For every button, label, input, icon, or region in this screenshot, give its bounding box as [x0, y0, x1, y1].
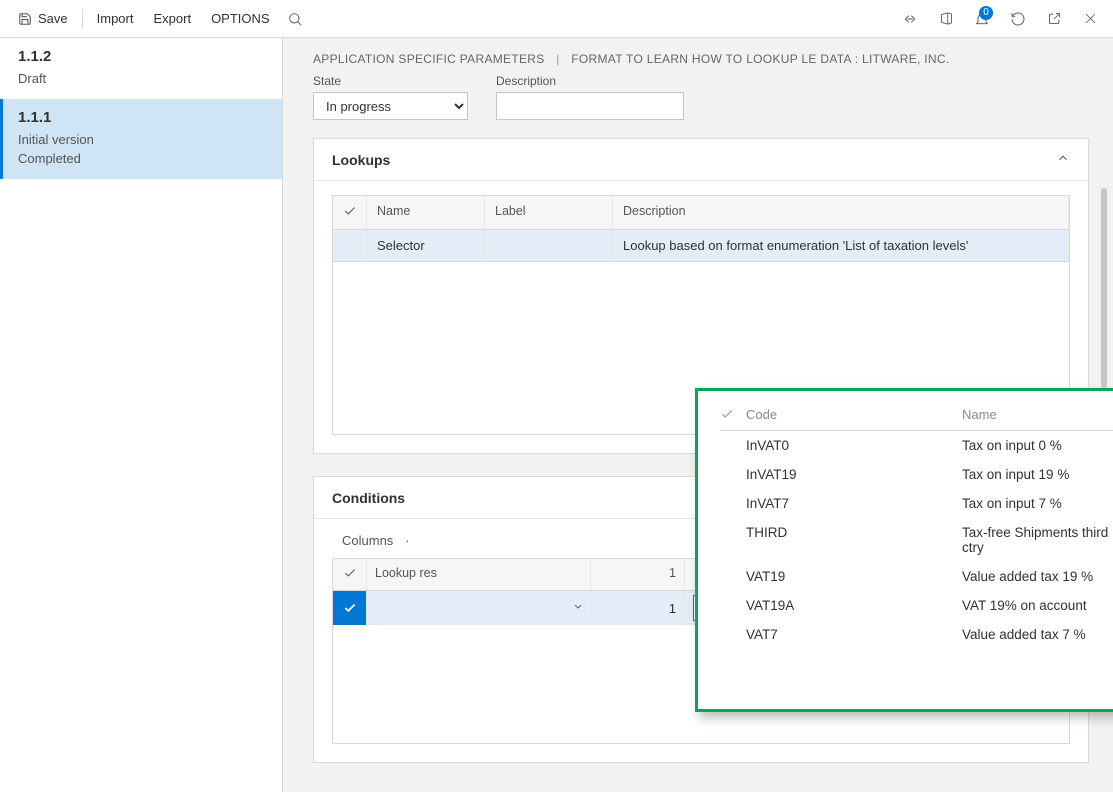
lookup-desc: Lookup based on format enumeration 'List…: [613, 230, 1069, 261]
breadcrumb: APPLICATION SPECIFIC PARAMETERS | FORMAT…: [313, 52, 1089, 66]
state-label: State: [313, 74, 468, 88]
close-icon: [1083, 11, 1098, 26]
dropdown-item[interactable]: VAT7Value added tax 7 %: [720, 620, 1113, 649]
dropdown-item-name: Tax on input 7 %: [962, 496, 1113, 511]
link-icon[interactable]: [895, 4, 925, 34]
dropdown-item-name: Tax-free Shipments third ctry: [962, 525, 1113, 555]
dropdown-item-code: InVAT7: [746, 496, 962, 511]
lookup-name: Selector: [367, 230, 485, 261]
dropdown-item-name: Tax on input 19 %: [962, 467, 1113, 482]
row-selected-indicator: [333, 591, 367, 625]
col-lookup-result[interactable]: Lookup res: [367, 559, 591, 590]
main-pane: APPLICATION SPECIFIC PARAMETERS | FORMAT…: [283, 38, 1113, 792]
dropdown-item-code: VAT19A: [746, 598, 962, 613]
dropdown-item-code: InVAT19: [746, 467, 962, 482]
dropdown-item[interactable]: VAT19AVAT 19% on account: [720, 591, 1113, 620]
col-check[interactable]: [333, 196, 367, 229]
col-line[interactable]: 1: [591, 559, 685, 590]
code-dropdown-popup: Code Name InVAT0Tax on input 0 %InVAT19T…: [695, 388, 1113, 712]
refresh-icon: [1010, 11, 1026, 27]
dropdown-item-code: VAT19: [746, 569, 962, 584]
col-name[interactable]: Name: [962, 407, 1113, 424]
dropdown-item[interactable]: InVAT0Tax on input 0 %: [720, 431, 1113, 460]
app-toolbar: Save Import Export OPTIONS 0: [0, 0, 1113, 38]
lookup-result-cell[interactable]: [367, 601, 591, 615]
check-icon: [343, 566, 357, 580]
dropdown-item-name: VAT 19% on account: [962, 598, 1113, 613]
conditions-title: Conditions: [332, 490, 405, 506]
check-icon: [720, 407, 734, 421]
version-item[interactable]: 1.1.2 Draft: [0, 38, 282, 99]
chevron-up-icon: [1056, 151, 1070, 165]
separator: [82, 9, 83, 29]
line-cell: 1: [591, 594, 685, 623]
refresh-button[interactable]: [1003, 4, 1033, 34]
dropdown-item[interactable]: THIRDTax-free Shipments third ctry: [720, 518, 1113, 562]
popout-icon: [1047, 11, 1062, 26]
search-icon: [287, 11, 303, 27]
version-title: 1.1.2: [18, 48, 264, 65]
lookup-label: [485, 230, 613, 261]
close-button[interactable]: [1075, 4, 1105, 34]
version-status: Completed: [18, 149, 264, 169]
check-icon: [343, 204, 357, 218]
dropdown-item-name: Value added tax 19 %: [962, 569, 1113, 584]
col-desc[interactable]: Description: [613, 196, 1069, 229]
options-button[interactable]: OPTIONS: [201, 0, 280, 38]
version-desc: Initial version: [18, 130, 264, 150]
dropdown-item[interactable]: InVAT7Tax on input 7 %: [720, 489, 1113, 518]
chevron-down-icon: [572, 601, 584, 616]
export-button[interactable]: Export: [143, 0, 201, 38]
notifications-button[interactable]: 0: [967, 4, 997, 34]
scrollbar[interactable]: [1101, 188, 1107, 388]
save-button[interactable]: Save: [8, 0, 78, 38]
col-name[interactable]: Name: [367, 196, 485, 229]
save-label: Save: [38, 11, 68, 26]
save-icon: [18, 12, 32, 26]
col-check: [720, 407, 746, 424]
version-title: 1.1.1: [18, 109, 264, 126]
dropdown-item-code: VAT7: [746, 627, 962, 642]
toolbar-sep: ·: [405, 533, 409, 548]
lookup-row[interactable]: Selector Lookup based on format enumerat…: [333, 230, 1069, 262]
version-status: Draft: [18, 69, 264, 89]
col-label[interactable]: Label: [485, 196, 613, 229]
version-item-selected[interactable]: 1.1.1 Initial version Completed: [0, 99, 282, 179]
collapse-button[interactable]: [1056, 151, 1070, 168]
dropdown-item-code: THIRD: [746, 525, 962, 555]
dropdown-item[interactable]: InVAT19Tax on input 19 %: [720, 460, 1113, 489]
notif-badge: 0: [979, 6, 993, 20]
search-button[interactable]: [280, 4, 310, 34]
office-icon[interactable]: [931, 4, 961, 34]
col-code[interactable]: Code: [746, 407, 962, 424]
popout-button[interactable]: [1039, 4, 1069, 34]
import-button[interactable]: Import: [87, 0, 144, 38]
dropdown-item-code: InVAT0: [746, 438, 962, 453]
dropdown-item[interactable]: VAT19Value added tax 19 %: [720, 562, 1113, 591]
description-label: Description: [496, 74, 684, 88]
state-select[interactable]: In progress: [313, 92, 468, 120]
dropdown-item-name: Tax on input 0 %: [962, 438, 1113, 453]
version-sidebar: 1.1.2 Draft 1.1.1 Initial version Comple…: [0, 38, 283, 792]
description-input[interactable]: [496, 92, 684, 120]
check-icon: [343, 601, 357, 615]
lookups-title: Lookups: [332, 152, 390, 168]
col-check[interactable]: [333, 559, 367, 590]
columns-button[interactable]: Columns: [342, 533, 393, 548]
dropdown-item-name: Value added tax 7 %: [962, 627, 1113, 642]
